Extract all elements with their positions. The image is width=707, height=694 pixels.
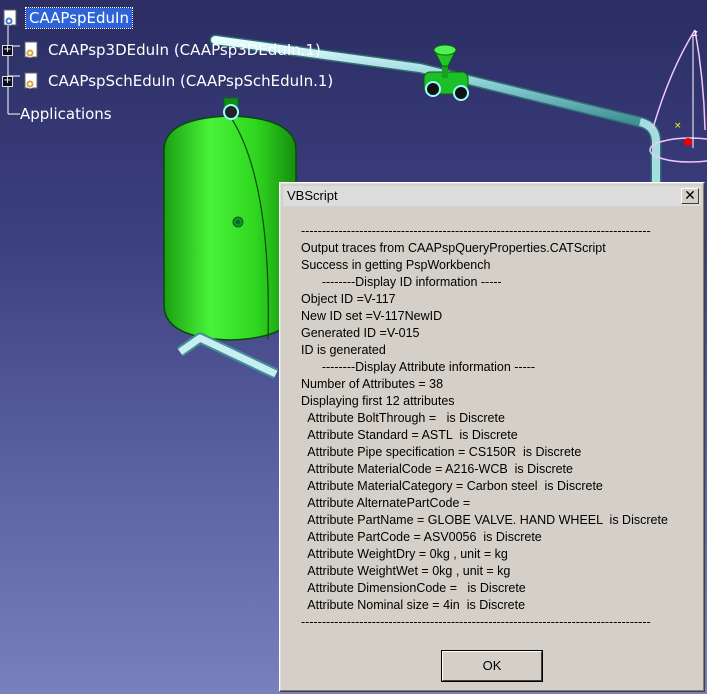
message-line: Number of Attributes = 38 (301, 377, 444, 391)
message-text: ----------------------------------------… (301, 223, 701, 631)
tree-item-label: Applications (20, 105, 112, 123)
message-line: Attribute Nominal size = 4in is Discrete (301, 598, 526, 612)
dialog-title: VBScript (287, 188, 338, 203)
tree-item-label: CAAPspSchEduIn (CAAPspSchEduIn.1) (48, 72, 334, 90)
message-line: Attribute BoltThrough = is Discrete (301, 411, 505, 425)
message-line: --------Display Attribute information --… (301, 360, 536, 374)
message-line: New ID set =V-117NewID (301, 309, 443, 323)
expand-plus-icon[interactable]: + (2, 45, 13, 56)
message-line: Generated ID =V-015 (301, 326, 420, 340)
dialog-titlebar[interactable]: VBScript ✕ (283, 186, 701, 206)
message-line: Attribute PartName = GLOBE VALVE. HAND W… (301, 513, 668, 527)
message-line: Attribute AlternatePartCode = (301, 496, 471, 510)
message-line: ----------------------------------------… (301, 615, 651, 629)
message-line: Attribute MaterialCode = A216-WCB is Dis… (301, 462, 573, 476)
message-line: Object ID =V-117 (301, 292, 396, 306)
product-icon (24, 72, 38, 89)
message-line: ID is generated (301, 343, 386, 357)
message-line: Attribute WeightDry = 0kg , unit = kg (301, 547, 508, 561)
tank[interactable] (163, 97, 297, 341)
compass-icon[interactable]: z × (649, 29, 707, 163)
svg-text:×: × (674, 121, 682, 131)
message-line: Attribute WeightWet = 0kg , unit = kg (301, 564, 511, 578)
vbscript-dialog: VBScript ✕ -----------------------------… (279, 182, 705, 692)
globe-valve[interactable] (423, 44, 469, 101)
message-line: Attribute MaterialCategory = Carbon stee… (301, 479, 603, 493)
tree-item-label: CAAPsp3DEduIn (CAAPsp3DEduIn.1) (48, 41, 321, 59)
svg-text:z: z (693, 29, 698, 39)
product-icon (24, 41, 38, 58)
message-line: Attribute PartCode = ASV0056 is Discrete (301, 530, 542, 544)
message-line: Attribute DimensionCode = is Discrete (301, 581, 526, 595)
message-line: Displaying first 12 attributes (301, 394, 455, 408)
close-button[interactable]: ✕ (681, 188, 699, 204)
tree-root-label[interactable]: CAAPspEduIn (25, 7, 133, 29)
pipe-outlet[interactable] (176, 332, 279, 379)
message-line: Attribute Pipe specification = CS150R is… (301, 445, 582, 459)
message-line: --------Display ID information ----- (301, 275, 502, 289)
message-line: Attribute Standard = ASTL is Discrete (301, 428, 518, 442)
message-line: ----------------------------------------… (301, 224, 651, 238)
expand-plus-icon[interactable]: + (2, 76, 13, 87)
close-icon: ✕ (684, 188, 696, 204)
ok-button[interactable]: OK (442, 651, 542, 681)
message-line: Success in getting PspWorkbench (301, 258, 491, 272)
message-line: Output traces from CAAPspQueryProperties… (301, 241, 606, 255)
